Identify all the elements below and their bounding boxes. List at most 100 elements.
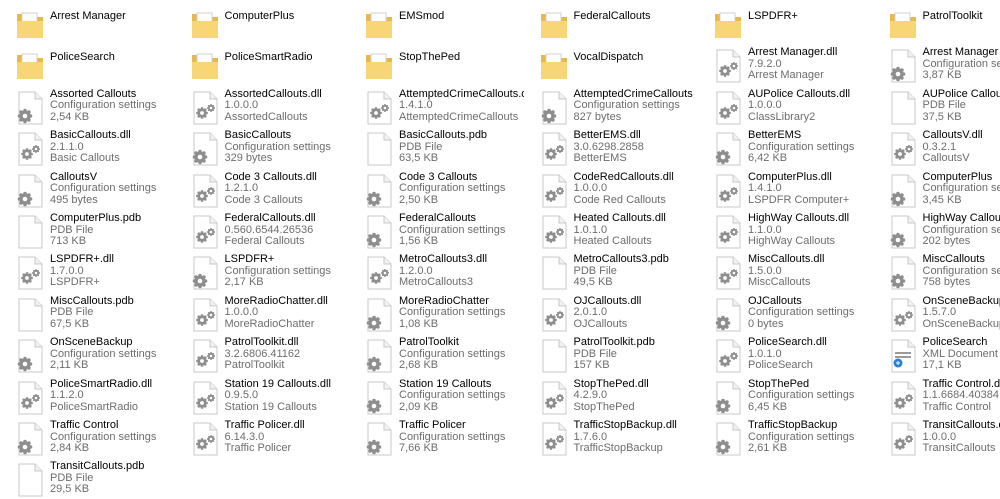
file-item[interactable]: MiscCallouts.pdb PDB File 67,5 KB bbox=[3, 294, 175, 334]
file-item[interactable]: MiscCalloutsConfiguration settings758 by… bbox=[876, 252, 1000, 292]
file-item[interactable]: AUPolice Callouts.dll 1.0.0.0 ClassLibrary… bbox=[701, 87, 873, 127]
file-item[interactable]: FederalCallouts.dll 0.560.6544.26536 Feder… bbox=[178, 211, 350, 251]
file-item[interactable]: TrafficStopBackup Configuration settings 2… bbox=[701, 418, 873, 458]
file-item[interactable]: Traffic Policer Configuration settings 7,6… bbox=[352, 418, 524, 458]
folder-item[interactable]: EMSmod bbox=[352, 4, 524, 44]
folder-item[interactable]: StopThePed bbox=[352, 45, 524, 85]
file-item[interactable]: HighWay CalloutsConfiguration settings20… bbox=[876, 211, 1000, 251]
folder-item[interactable]: Arrest Manager bbox=[3, 4, 175, 44]
file-item[interactable]: MetroCallouts3.pdb PDB File 49,5 KB bbox=[527, 252, 699, 292]
item-detail: 202 bytes bbox=[922, 235, 971, 247]
file-item[interactable]: AUPolice Callouts.pdbPDB File37,5 KB bbox=[876, 87, 1000, 127]
file-item[interactable]: TrafficStopBackup.dll 1.7.6.0 TrafficStopB… bbox=[527, 418, 699, 458]
file-item[interactable]: OnSceneBackup.dll1.5.7.0OnSceneBackup bbox=[876, 294, 1000, 334]
file-item[interactable]: BasicCallouts.pdb PDB File 63,5 KB bbox=[352, 128, 524, 168]
file-item[interactable]: PatrolToolkit.pdb PDB File 157 KB bbox=[527, 335, 699, 375]
item-text: Arrest Manager bbox=[50, 10, 126, 23]
file-item[interactable]: Station 19 Callouts Configuration setting… bbox=[352, 377, 524, 417]
item-detail: OJCallouts bbox=[573, 317, 628, 330]
file-item[interactable]: ComputerPlusConfiguration settings3,45 K… bbox=[876, 170, 1000, 210]
file-item[interactable]: OJCallouts.dll 2.0.1.0 OJCallouts bbox=[527, 294, 699, 334]
file-item[interactable]: BetterEMS Configuration settings 6,42 KB bbox=[701, 128, 873, 168]
file-item[interactable]: BasicCallouts Configuration settings 329 b… bbox=[178, 128, 350, 168]
folder-item[interactable]: VocalDispatch bbox=[527, 45, 699, 85]
folder-icon bbox=[190, 8, 220, 42]
file-item[interactable]: BasicCallouts.dll 2.1.1.0 Basic Callouts bbox=[3, 128, 175, 168]
file-item[interactable]: AssortedCallouts.dll 1.0.0.0 AssortedCallo… bbox=[178, 87, 350, 127]
file-item[interactable]: TransitCallouts.pdb PDB File 29,5 KB bbox=[3, 459, 175, 499]
file-item[interactable]: PoliceSearch XML Document 17,1 KB bbox=[876, 335, 1000, 375]
folder-item[interactable]: FederalCallouts bbox=[527, 4, 699, 44]
folder-item[interactable]: LSPDFR+ bbox=[701, 4, 873, 44]
item-text: MiscCalloutsConfiguration settings758 by… bbox=[923, 254, 1000, 289]
xml-file-icon bbox=[888, 339, 918, 373]
item-detail: 2,68 KB bbox=[399, 359, 439, 372]
file-item[interactable]: LSPDFR+.dll 1.7.0.0 LSPDFR+ bbox=[3, 252, 175, 292]
file-item[interactable]: HighWay Callouts.dll 1.1.0.0 HighWay Callo… bbox=[701, 211, 873, 251]
folder-item[interactable]: PoliceSmartRadio bbox=[178, 45, 350, 85]
file-item[interactable]: MetroCallouts3.dll 1.2.0.0 MetroCallouts3 bbox=[352, 252, 524, 292]
file-item[interactable]: OnSceneBackup Configuration settings 2,11 … bbox=[3, 335, 175, 375]
file-item[interactable]: AttemptedCrimeCallouts.dll 1.4.1.0 Attempt… bbox=[352, 87, 524, 127]
file-item[interactable]: Arrest ManagerConfiguration settings3,87… bbox=[876, 45, 1000, 85]
dll-file-icon bbox=[190, 339, 220, 373]
file-item[interactable]: Assorted Callouts Configuration settings 2… bbox=[3, 87, 175, 127]
dll-file-icon bbox=[713, 49, 743, 83]
file-item[interactable]: MoreRadioChatter.dll 1.0.0.0 MoreRadioChat… bbox=[178, 294, 350, 334]
config-file-icon bbox=[15, 339, 45, 373]
file-item[interactable]: Code 3 Callouts.dll 1.2.1.0 Code 3 Callout… bbox=[178, 170, 350, 210]
file-item[interactable]: PatrolToolkit Configuration settings 2,68 … bbox=[352, 335, 524, 375]
item-text: MoreRadioChatter.dll 1.0.0.0 MoreRadioChat… bbox=[225, 295, 328, 331]
dll-file-icon bbox=[539, 215, 569, 249]
item-text: LSPDFR+.dll 1.7.0.0 LSPDFR+ bbox=[50, 254, 114, 289]
folder-item[interactable]: ComputerPlus bbox=[178, 4, 350, 44]
item-text: PatrolToolkit Configuration settings 2,68 … bbox=[399, 337, 505, 372]
file-item[interactable]: CalloutsV Configuration settings 495 bytes bbox=[3, 170, 175, 210]
file-item[interactable]: CalloutsV.dll 0.3.2.1 CalloutsV bbox=[876, 128, 1000, 168]
file-item[interactable]: Station 19 Callouts.dll 0.9.5.0 Station 19… bbox=[178, 377, 350, 417]
file-item[interactable]: PoliceSmartRadio.dll 1.1.2.0 PoliceSmartRa… bbox=[3, 377, 175, 417]
file-item[interactable]: BetterEMS.dll 3.0.6298.2858 BetterEMS bbox=[527, 128, 699, 168]
file-item[interactable]: ComputerPlus.dll 1.4.1.0 LSPDFR Computer+ bbox=[701, 170, 873, 210]
file-item[interactable]: OJCallouts Configuration settings 0 bytes bbox=[701, 294, 873, 334]
file-item[interactable]: Code 3 Callouts Configuration settings 2,5… bbox=[352, 170, 524, 210]
item-text: PatrolToolkit.pdb PDB File 157 KB bbox=[574, 337, 655, 372]
file-item[interactable]: AttemptedCrimeCallouts Configuration sett… bbox=[527, 87, 699, 127]
file-item[interactable]: StopThePed Configuration settings 6,45 KB bbox=[701, 377, 873, 417]
item-text: AttemptedCrimeCallouts Configuration sett… bbox=[573, 88, 693, 124]
item-text: ComputerPlusConfiguration settings3,45 K… bbox=[923, 171, 1000, 207]
file-item[interactable]: MiscCallouts.dll 1.5.0.0 MiscCallouts bbox=[701, 252, 873, 292]
file-item[interactable]: StopThePed.dll 4.2.9.0 StopThePed bbox=[527, 377, 699, 417]
folder-icon bbox=[15, 8, 45, 42]
file-item[interactable]: TransitCallouts.dll1.0.0.0TransitCallout… bbox=[876, 418, 1000, 458]
file-item[interactable]: LSPDFR+ Configuration settings 2,17 KB bbox=[178, 252, 350, 292]
item-detail: 0 bytes bbox=[748, 317, 784, 330]
item-text: MiscCallouts.pdb PDB File 67,5 KB bbox=[50, 295, 134, 331]
file-item[interactable]: PatrolToolkit.dll 3.2.6806.41162 PatrolToo… bbox=[178, 335, 350, 375]
file-item[interactable]: CodeRedCallouts.dll 1.0.0.0 Code Red Callo… bbox=[527, 170, 699, 210]
file-item[interactable]: FederalCallouts Configuration settings 1,5… bbox=[352, 211, 524, 251]
file-item[interactable]: PoliceSearch.dll 1.0.1.0 PoliceSearch bbox=[701, 335, 873, 375]
file-item[interactable]: Arrest Manager.dll 7.9.2.0 Arrest Manager bbox=[701, 45, 873, 85]
item-detail: 6,42 KB bbox=[748, 152, 788, 165]
item-name: TransitCallouts.dll bbox=[922, 419, 1000, 431]
file-item[interactable]: ComputerPlus.pdb PDB File 713 KB bbox=[3, 211, 175, 251]
file-item[interactable]: Traffic Policer.dll 6.14.3.0 Traffic Polic… bbox=[178, 418, 350, 458]
file-item[interactable]: Heated Callouts.dll 1.0.1.0 Heated Callout… bbox=[527, 211, 699, 251]
item-detail: TrafficStopBackup bbox=[573, 442, 663, 454]
item-text: OnSceneBackup.dll1.5.7.0OnSceneBackup bbox=[923, 295, 1000, 331]
file-item[interactable]: Traffic Control.dll 1.1.6684.40384 Traffic… bbox=[876, 377, 1000, 417]
item-text: BetterEMS Configuration settings 6,42 KB bbox=[748, 130, 854, 165]
file-item[interactable]: MoreRadioChatter Configuration settings 1,… bbox=[352, 294, 524, 334]
file-item[interactable]: Traffic Control Configuration settings 2,8… bbox=[3, 418, 175, 458]
folder-icon bbox=[539, 49, 569, 83]
item-detail: 495 bytes bbox=[50, 193, 98, 206]
folder-item[interactable]: PoliceSearch bbox=[3, 45, 175, 85]
folder-item[interactable]: PatrolToolkit bbox=[876, 4, 1000, 44]
folder-icon bbox=[713, 8, 743, 42]
item-detail: Configuration settings bbox=[399, 389, 506, 402]
item-detail: 827 bytes bbox=[573, 110, 622, 123]
config-file-icon bbox=[888, 215, 918, 249]
item-detail: Configuration settings bbox=[399, 182, 506, 195]
item-text: FederalCallouts bbox=[574, 10, 651, 23]
